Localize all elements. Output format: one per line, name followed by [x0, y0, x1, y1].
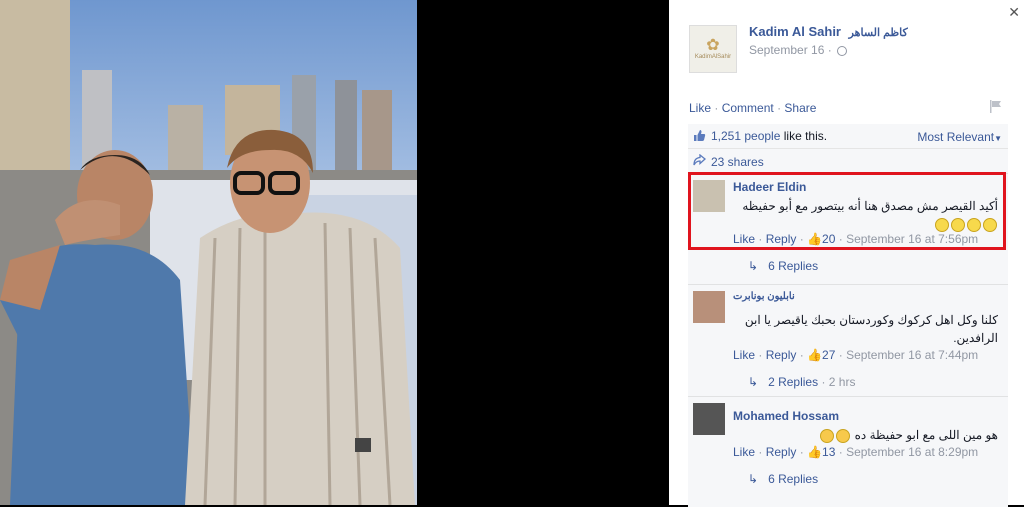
separator: ·: [838, 445, 847, 459]
separator: ·: [758, 348, 766, 362]
tongue-emoji-icon: [836, 428, 851, 443]
post-date-text[interactable]: September 16 ·: [749, 43, 832, 57]
thumbs-up-icon: 👍: [807, 348, 823, 362]
comment-text: كلنا وكل اهل كركوك وكوردستان بحبك ياقيصر…: [733, 311, 998, 347]
separator: ·: [714, 101, 722, 115]
replies-count[interactable]: 6 Replies: [768, 472, 818, 486]
tongue-emoji-icon: [820, 428, 835, 443]
reply-arrow-icon: ↳: [748, 472, 759, 486]
comment-meta: Like · Reply · 👍13 · September 16 at 8:2…: [733, 445, 978, 459]
post-actions: Like · Comment · Share: [689, 101, 816, 115]
view-replies[interactable]: ↳ 2 Replies · 2 hrs: [748, 375, 855, 389]
likes-count-link[interactable]: 1,251 people: [711, 129, 780, 143]
separator: ·: [838, 348, 847, 362]
comment-time[interactable]: September 16 at 7:44pm: [846, 348, 978, 362]
page-avatar-caption: KadimAlSahir: [694, 54, 732, 60]
replies-count[interactable]: 2 Replies: [768, 375, 818, 389]
reply-arrow-icon: ↳: [748, 375, 759, 389]
highlight-box: [688, 172, 1006, 250]
comment-item: نابليون بونابرت كلنا وكل اهل كركوك وكورد…: [688, 285, 1008, 397]
comment-like-link[interactable]: Like: [733, 445, 755, 459]
comment-button[interactable]: Comment: [722, 101, 774, 115]
photo-stage[interactable]: [0, 0, 669, 505]
thumbs-up-icon: [694, 130, 706, 141]
commenter-name[interactable]: Mohamed Hossam: [733, 409, 839, 423]
page-logo-icon: ✿: [706, 37, 720, 54]
separator: ·: [821, 375, 829, 389]
view-replies[interactable]: ↳ 6 Replies: [748, 472, 818, 486]
comment-reply-link[interactable]: Reply: [766, 348, 797, 362]
sort-label[interactable]: Most Relevant: [917, 130, 994, 144]
commenter-name[interactable]: نابليون بونابرت: [733, 291, 795, 302]
commenter-avatar[interactable]: [693, 291, 725, 323]
view-replies[interactable]: ↳ 6 Replies: [748, 259, 818, 273]
likes-row: 1,251 people like this. Most Relevant▼: [688, 124, 1008, 149]
close-icon[interactable]: ✕: [1008, 4, 1020, 21]
flag-icon[interactable]: [990, 100, 1002, 113]
post-date[interactable]: September 16 ·: [749, 43, 848, 57]
like-button[interactable]: Like: [689, 101, 711, 115]
comment-time[interactable]: September 16 at 8:29pm: [846, 445, 978, 459]
page-avatar[interactable]: ✿ KadimAlSahir: [689, 25, 737, 73]
sort-dropdown[interactable]: Most Relevant▼: [917, 130, 1002, 144]
separator: ·: [799, 348, 808, 362]
photo-person-left: [0, 150, 195, 505]
shares-count[interactable]: 23 shares: [711, 155, 764, 169]
page-name[interactable]: Kadim Al Sahir كاظم الساهر: [749, 24, 908, 39]
shares-row: 23 shares: [688, 149, 1008, 174]
comment-text: هو مين اللى مع ابو حفيظة ده: [733, 426, 998, 444]
separator: ·: [758, 445, 766, 459]
page-name-en[interactable]: Kadim Al Sahir: [749, 24, 841, 39]
comment-meta: Like · Reply · 👍27 · September 16 at 7:4…: [733, 348, 978, 362]
separator: ·: [799, 445, 808, 459]
reply-arrow-icon: ↳: [748, 259, 759, 273]
comment-body: كلنا وكل اهل كركوك وكوردستان بحبك ياقيصر…: [744, 313, 998, 345]
replies-time: 2 hrs: [828, 375, 856, 389]
photo-person-right: [185, 129, 415, 505]
thumbs-up-icon: 👍: [807, 445, 823, 459]
commenter-avatar[interactable]: [693, 403, 725, 435]
comment-reply-link[interactable]: Reply: [766, 445, 797, 459]
post-sidebar: ✕ ✿ KadimAlSahir Kadim Al Sahir كاظم الس…: [669, 0, 1024, 507]
replies-count[interactable]: 6 Replies: [768, 259, 818, 273]
comment-like-count[interactable]: 27: [822, 348, 835, 362]
comment-like-link[interactable]: Like: [733, 348, 755, 362]
comment-like-count[interactable]: 13: [822, 445, 835, 459]
globe-icon: [837, 45, 848, 56]
share-arrow-icon: [693, 154, 706, 166]
comment-item: Mohamed Hossam هو مين اللى مع ابو حفيظة …: [688, 397, 1008, 507]
comment-body: هو مين اللى مع ابو حفيظة ده: [854, 428, 998, 442]
caret-down-icon: ▼: [994, 134, 1002, 143]
likes-summary: 1,251 people like this.: [711, 129, 827, 143]
post-photo[interactable]: [0, 0, 417, 505]
page-name-ar[interactable]: كاظم الساهر: [849, 27, 908, 39]
share-button[interactable]: Share: [784, 101, 816, 115]
likes-suffix: like this.: [780, 129, 828, 143]
